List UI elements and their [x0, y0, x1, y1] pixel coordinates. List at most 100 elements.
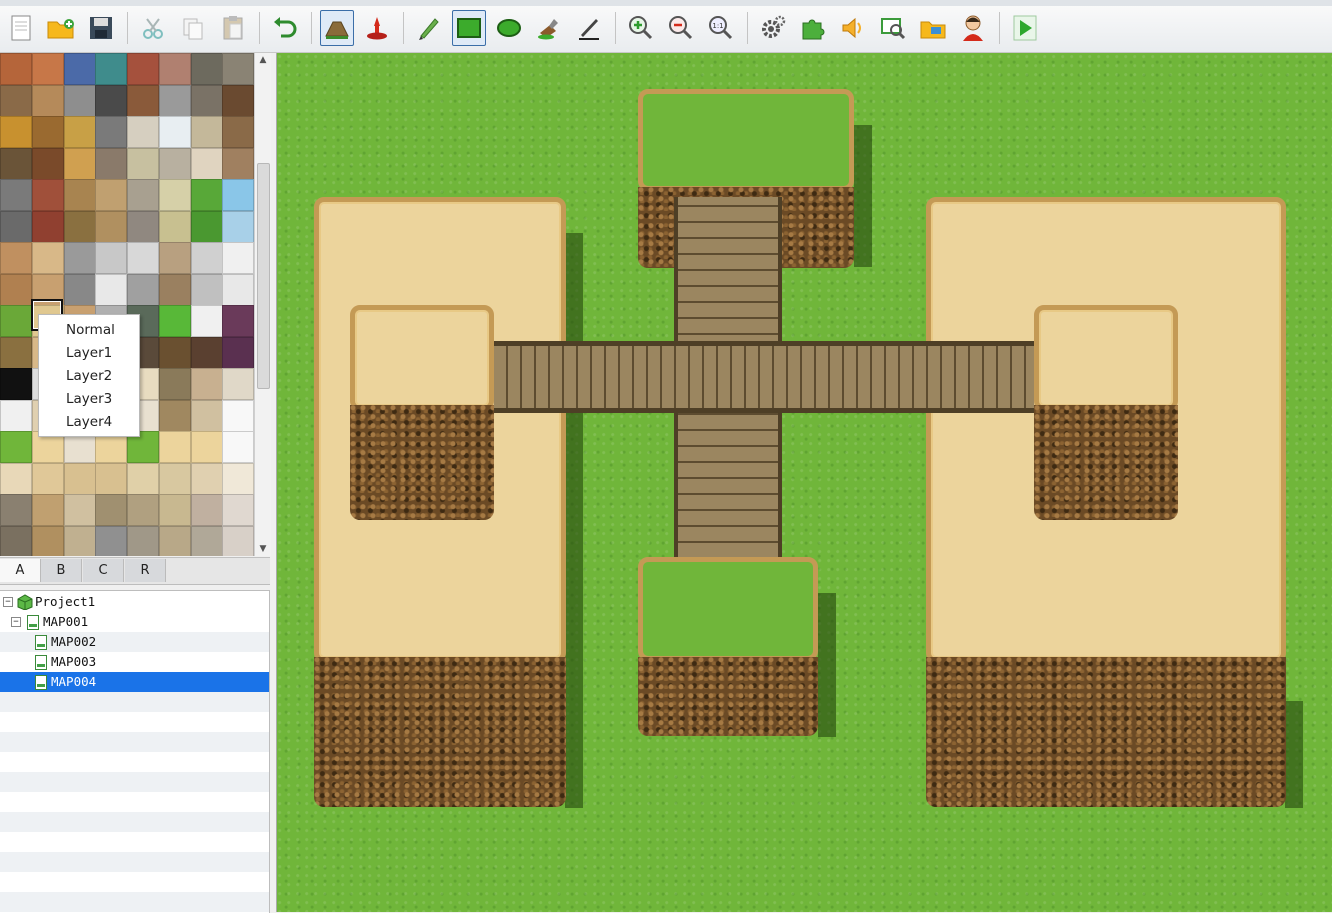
tile[interactable]	[190, 368, 223, 400]
tile[interactable]	[222, 179, 254, 211]
event-mode-icon[interactable]	[360, 10, 394, 46]
tile[interactable]	[95, 53, 128, 85]
pencil-icon[interactable]	[412, 10, 446, 46]
save-disk-icon[interactable]	[84, 10, 118, 46]
tile[interactable]	[0, 462, 32, 495]
tile[interactable]	[222, 116, 254, 148]
tile[interactable]	[222, 399, 254, 432]
tile[interactable]	[95, 525, 128, 556]
tile[interactable]	[190, 116, 223, 148]
tile[interactable]	[190, 210, 223, 243]
puzzle-icon[interactable]	[796, 10, 830, 46]
tile[interactable]	[31, 525, 64, 556]
tile[interactable]	[63, 53, 96, 85]
scroll-thumb[interactable]	[257, 163, 270, 389]
menu-item-layer3[interactable]: Layer3	[39, 388, 139, 410]
tile[interactable]	[63, 147, 96, 180]
tile[interactable]	[222, 53, 254, 85]
tile[interactable]	[190, 431, 223, 463]
tile[interactable]	[95, 494, 128, 526]
tile[interactable]	[190, 305, 223, 337]
tile[interactable]	[158, 53, 191, 85]
tile[interactable]	[0, 305, 32, 337]
undo-arrow-icon[interactable]	[268, 10, 302, 46]
tile[interactable]	[222, 273, 254, 306]
tile[interactable]	[31, 494, 64, 526]
tile[interactable]	[222, 494, 254, 526]
tile[interactable]	[158, 116, 191, 148]
menu-item-layer4[interactable]: Layer4	[39, 411, 139, 433]
tile[interactable]	[0, 147, 32, 180]
tile[interactable]	[222, 147, 254, 180]
tab-b[interactable]: B	[41, 559, 82, 582]
tile[interactable]	[63, 179, 96, 211]
resource-folder-icon[interactable]	[916, 10, 950, 46]
menu-item-normal[interactable]: Normal	[39, 319, 139, 341]
menu-item-layer2[interactable]: Layer2	[39, 365, 139, 387]
tile[interactable]	[31, 179, 64, 211]
paste-icon[interactable]	[216, 10, 250, 46]
tile[interactable]	[0, 431, 32, 463]
tile[interactable]	[95, 147, 128, 180]
tile[interactable]	[63, 494, 96, 526]
tile[interactable]	[127, 179, 159, 211]
tile[interactable]	[127, 462, 159, 495]
tile[interactable]	[158, 399, 191, 432]
tile[interactable]	[190, 273, 223, 306]
tile[interactable]	[95, 84, 128, 117]
tile[interactable]	[190, 242, 223, 274]
shadow-pen-icon[interactable]	[572, 10, 606, 46]
collapse-icon[interactable]: −	[11, 617, 21, 627]
zoom-out-icon[interactable]	[664, 10, 698, 46]
tile[interactable]	[158, 305, 191, 337]
tile[interactable]	[127, 242, 159, 274]
speaker-icon[interactable]	[836, 10, 870, 46]
tile[interactable]	[95, 273, 128, 306]
tile[interactable]	[95, 210, 128, 243]
tree-item-project[interactable]: − Project1	[0, 592, 269, 612]
tile[interactable]	[158, 336, 191, 369]
tile[interactable]	[63, 525, 96, 556]
tile[interactable]	[158, 147, 191, 180]
tile[interactable]	[158, 462, 191, 495]
tile[interactable]	[31, 84, 64, 117]
scroll-up-icon[interactable]: ▲	[255, 53, 271, 67]
copy-icon[interactable]	[176, 10, 210, 46]
palette-scrollbar[interactable]: ▲ ▼	[254, 53, 271, 556]
tile[interactable]	[95, 179, 128, 211]
tile[interactable]	[190, 84, 223, 117]
tile[interactable]	[190, 336, 223, 369]
tile[interactable]	[222, 368, 254, 400]
tile[interactable]	[0, 210, 32, 243]
tile[interactable]	[127, 273, 159, 306]
tile[interactable]	[31, 147, 64, 180]
scroll-down-icon[interactable]: ▼	[255, 542, 271, 556]
tile[interactable]	[158, 273, 191, 306]
tile[interactable]	[0, 399, 32, 432]
tile[interactable]	[0, 336, 32, 369]
tile[interactable]	[127, 525, 159, 556]
tile[interactable]	[190, 179, 223, 211]
tile[interactable]	[127, 210, 159, 243]
tile[interactable]	[158, 179, 191, 211]
tile[interactable]	[158, 525, 191, 556]
tile[interactable]	[0, 525, 32, 556]
tile[interactable]	[0, 116, 32, 148]
tile[interactable]	[0, 179, 32, 211]
tile[interactable]	[222, 84, 254, 117]
tile[interactable]	[31, 242, 64, 274]
tree-item-map003[interactable]: MAP003	[0, 652, 269, 672]
collapse-icon[interactable]: −	[3, 597, 13, 607]
tile[interactable]	[95, 116, 128, 148]
tile[interactable]	[158, 431, 191, 463]
tile[interactable]	[0, 242, 32, 274]
tile[interactable]	[158, 368, 191, 400]
tile[interactable]	[158, 242, 191, 274]
tile[interactable]	[127, 116, 159, 148]
tile[interactable]	[127, 53, 159, 85]
tile[interactable]	[190, 525, 223, 556]
tile[interactable]	[127, 494, 159, 526]
tile[interactable]	[63, 116, 96, 148]
play-icon[interactable]	[1008, 10, 1042, 46]
tree-item-map001[interactable]: − MAP001	[0, 612, 269, 632]
